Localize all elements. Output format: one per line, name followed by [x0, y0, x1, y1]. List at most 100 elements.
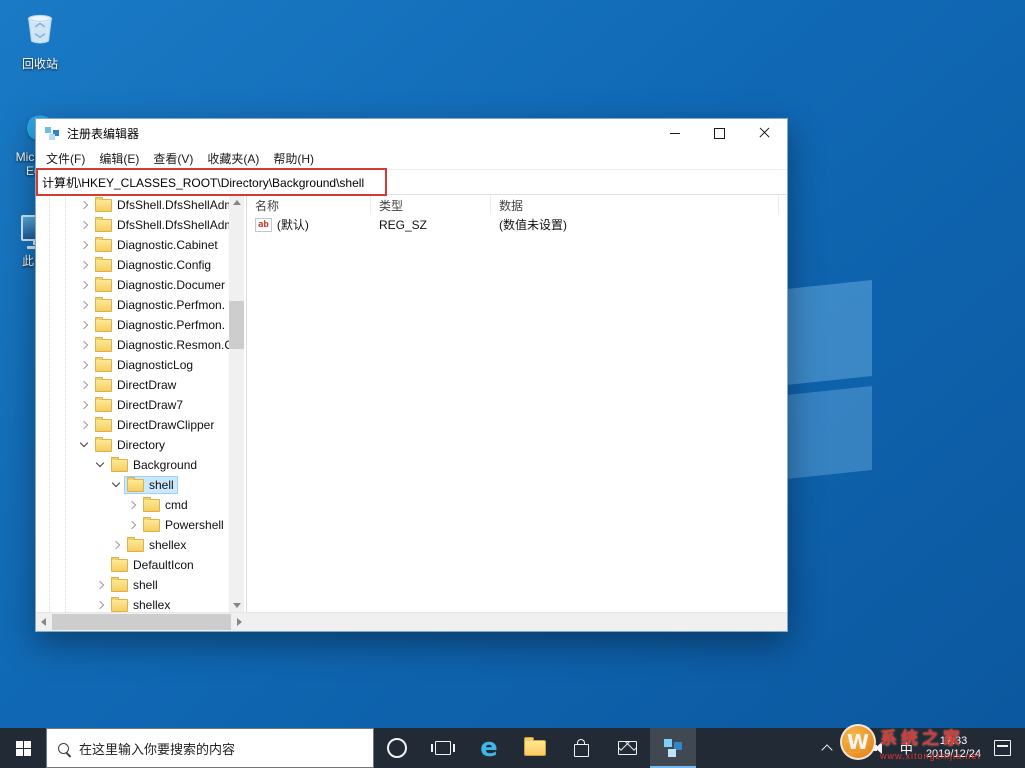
- chevron-expanded-icon[interactable]: [111, 479, 123, 491]
- chevron-collapsed-icon[interactable]: [111, 539, 123, 551]
- vertical-scroll-thumb[interactable]: [229, 301, 244, 349]
- tree-node-box[interactable]: DirectDrawClipper: [92, 416, 218, 434]
- task-view-icon: [431, 741, 455, 755]
- close-button[interactable]: [742, 119, 787, 147]
- horizontal-scrollbar[interactable]: [36, 612, 787, 631]
- cortana-button[interactable]: [374, 728, 420, 768]
- chevron-collapsed-icon[interactable]: [79, 359, 91, 371]
- tree-node-box[interactable]: DfsShell.DfsShellAdm: [92, 216, 229, 234]
- tree-node-box[interactable]: Diagnostic.Documer: [92, 276, 229, 294]
- scroll-left-arrow[interactable]: [36, 613, 51, 631]
- folder-icon: [143, 497, 160, 512]
- tree-node-label: Diagnostic.Documer: [117, 278, 226, 292]
- desktop-icon-label: 回收站: [21, 57, 58, 71]
- tree-node-box[interactable]: shellex: [108, 596, 174, 612]
- horizontal-scroll-thumb[interactable]: [52, 614, 231, 630]
- chevron-placeholder: [95, 559, 107, 571]
- list-body: ab (默认) REG_SZ (数值未设置): [247, 215, 787, 612]
- tree-node-box[interactable]: Powershell: [140, 516, 228, 534]
- menu-item-0[interactable]: 文件(F): [39, 148, 92, 169]
- ime-indicator[interactable]: 中: [900, 739, 913, 758]
- tree-node-box[interactable]: Diagnostic.Resmon.C: [92, 336, 229, 354]
- mail-button[interactable]: [604, 728, 650, 768]
- folder-icon: [143, 517, 160, 532]
- tree-node-box[interactable]: shell: [108, 576, 162, 594]
- tree-node-box[interactable]: DefaultIcon: [108, 556, 198, 574]
- chevron-collapsed-icon[interactable]: [79, 299, 91, 311]
- chevron-collapsed-icon[interactable]: [79, 279, 91, 291]
- start-button[interactable]: [0, 728, 46, 768]
- tree-node-box[interactable]: DiagnosticLog: [92, 356, 197, 374]
- regedit-taskbar-button[interactable]: [650, 728, 696, 768]
- chevron-collapsed-icon[interactable]: [79, 339, 91, 351]
- window-controls: [652, 119, 787, 147]
- edge-taskbar-button[interactable]: e: [466, 728, 512, 768]
- tree-node-box[interactable]: cmd: [140, 496, 192, 514]
- network-icon[interactable]: [843, 740, 860, 756]
- tree-node-label: cmd: [165, 498, 188, 512]
- chevron-collapsed-icon[interactable]: [95, 599, 107, 611]
- menu-item-1[interactable]: 编辑(E): [92, 148, 146, 169]
- chevron-expanded-icon[interactable]: [79, 439, 91, 451]
- tree-node-box[interactable]: Diagnostic.Cabinet: [92, 236, 222, 254]
- scroll-down-arrow[interactable]: [229, 598, 244, 612]
- minimize-button[interactable]: [652, 119, 697, 147]
- value-list-pane: 名称 类型 数据 ab (默认) REG_SZ (数值未设置): [247, 195, 787, 612]
- tree-node-box[interactable]: DirectDraw: [92, 376, 180, 394]
- file-explorer-button[interactable]: [512, 728, 558, 768]
- minimize-icon: [669, 132, 680, 134]
- volume-icon[interactable]: [872, 742, 887, 754]
- chevron-collapsed-icon[interactable]: [79, 399, 91, 411]
- tree-node-label: shellex: [149, 538, 187, 552]
- list-header: 名称 类型 数据: [247, 195, 787, 215]
- chevron-collapsed-icon[interactable]: [127, 499, 139, 511]
- address-input[interactable]: [36, 170, 787, 194]
- taskbar-search-box[interactable]: 在这里输入你要搜索的内容: [46, 728, 374, 768]
- chevron-expanded-icon[interactable]: [95, 459, 107, 471]
- tree-node-box[interactable]: Directory: [92, 436, 169, 454]
- tree-node-box[interactable]: DirectDraw7: [92, 396, 187, 414]
- tree-node-box[interactable]: Background: [108, 456, 201, 474]
- value-name: (默认): [276, 218, 309, 232]
- column-header-0[interactable]: 名称: [247, 195, 371, 215]
- title-bar[interactable]: 注册表编辑器: [36, 119, 787, 147]
- menu-item-2[interactable]: 查看(V): [146, 148, 200, 169]
- task-view-button[interactable]: [420, 728, 466, 768]
- taskbar-clock[interactable]: 17:33 2019/12/24: [926, 735, 981, 761]
- tree-horizontal-scroll-zone[interactable]: [36, 613, 247, 631]
- chevron-collapsed-icon[interactable]: [79, 199, 91, 211]
- desktop-icon-recycle-bin[interactable]: 回收站: [8, 10, 72, 71]
- tree-node-box[interactable]: Diagnostic.Perfmon.: [92, 316, 229, 334]
- column-header-1[interactable]: 类型: [371, 195, 491, 215]
- menu-item-4[interactable]: 帮助(H): [266, 148, 321, 169]
- maximize-button[interactable]: [697, 119, 742, 147]
- folder-icon: [95, 297, 112, 312]
- tree-node-label: DfsShell.DfsShellAdm: [117, 198, 229, 212]
- chevron-collapsed-icon[interactable]: [95, 579, 107, 591]
- tree-node-box[interactable]: DfsShell.DfsShellAdm: [92, 196, 229, 214]
- tree-node-box[interactable]: Diagnostic.Perfmon.: [92, 296, 229, 314]
- column-header-2[interactable]: 数据: [491, 195, 779, 215]
- scroll-up-arrow[interactable]: [229, 195, 244, 209]
- tree-node-label: DfsShell.DfsShellAdm: [117, 218, 229, 232]
- menu-item-3[interactable]: 收藏夹(A): [200, 148, 266, 169]
- chevron-collapsed-icon[interactable]: [79, 319, 91, 331]
- chevron-collapsed-icon[interactable]: [79, 239, 91, 251]
- value-row[interactable]: ab (默认) REG_SZ (数值未设置): [247, 215, 787, 234]
- tree-node-box[interactable]: Diagnostic.Config: [92, 256, 215, 274]
- chevron-collapsed-icon[interactable]: [79, 219, 91, 231]
- scroll-right-arrow[interactable]: [232, 613, 247, 631]
- tree-node-box[interactable]: shellex: [124, 536, 190, 554]
- store-button[interactable]: [558, 728, 604, 768]
- chevron-collapsed-icon[interactable]: [79, 379, 91, 391]
- show-hidden-icons-button[interactable]: [821, 743, 833, 756]
- tree-vertical-scrollbar[interactable]: [229, 195, 244, 612]
- folder-icon: [111, 457, 128, 472]
- tree-node-box[interactable]: shell: [124, 476, 178, 494]
- chevron-collapsed-icon[interactable]: [79, 259, 91, 271]
- wallpaper-windows-logo: [686, 261, 972, 497]
- chevron-collapsed-icon[interactable]: [127, 519, 139, 531]
- action-center-icon[interactable]: [994, 740, 1011, 756]
- string-value-icon: ab: [255, 217, 272, 232]
- chevron-collapsed-icon[interactable]: [79, 419, 91, 431]
